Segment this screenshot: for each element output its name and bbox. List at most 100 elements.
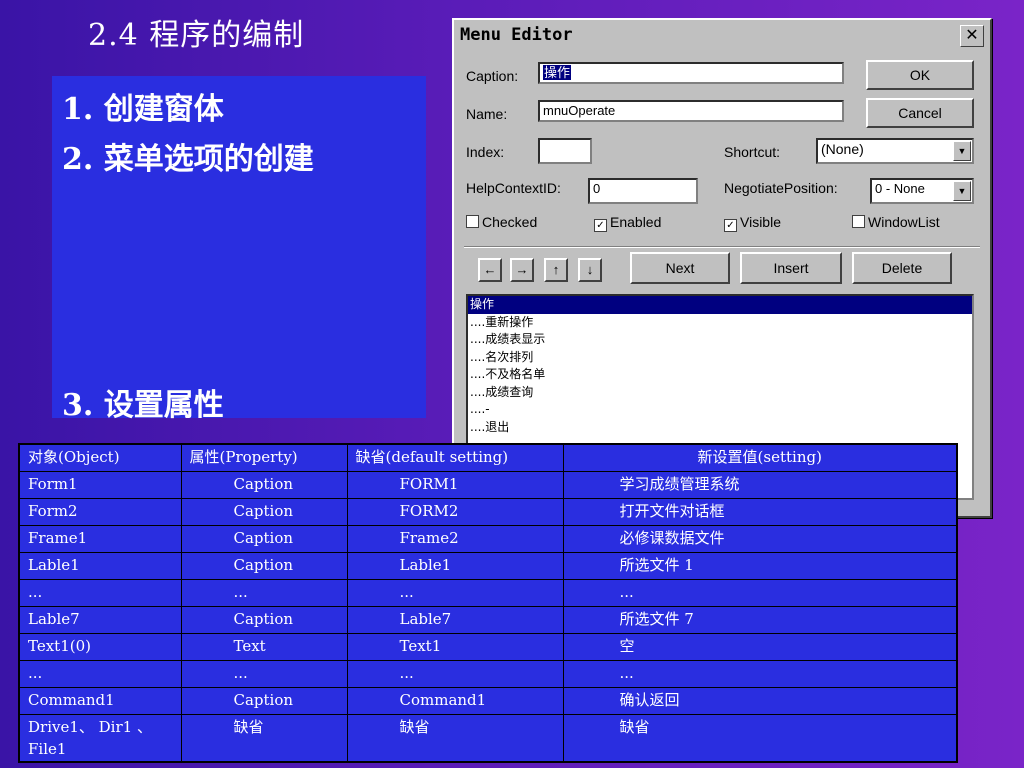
column-header: 属性(Property) <box>180 443 348 472</box>
table-cell: Caption <box>180 471 348 499</box>
checkbox-box[interactable] <box>852 215 865 228</box>
table-cell: 所选文件 7 <box>562 606 958 634</box>
arrow-left-icon[interactable]: ← <box>478 258 502 282</box>
column-header: 对象(Object) <box>18 443 182 472</box>
table-header-row: 对象(Object) 属性(Property) 缺省(default setti… <box>18 443 958 472</box>
table-cell: Caption <box>180 606 348 634</box>
cancel-button[interactable]: Cancel <box>866 98 974 128</box>
table-cell: Caption <box>180 498 348 526</box>
property-table: 对象(Object) 属性(Property) 缺省(default setti… <box>18 443 958 763</box>
shortcut-select[interactable]: (None) ▼ <box>816 138 974 164</box>
table-cell: Command1 <box>18 687 182 715</box>
checked-checkbox[interactable]: Checked <box>466 214 537 230</box>
list-item[interactable]: ....成绩查询 <box>468 384 972 402</box>
index-label: Index: <box>466 144 505 160</box>
checkbox-box[interactable] <box>466 215 479 228</box>
table-cell: Text1(0) <box>18 633 182 661</box>
caption-label: Caption: <box>466 68 519 84</box>
arrow-up-icon[interactable]: ↑ <box>544 258 568 282</box>
check-icon[interactable]: ✓ <box>594 219 607 232</box>
table-cell: 缺省 <box>346 714 564 763</box>
table-row: Frame1 Caption Frame2 必修课数据文件 <box>18 525 958 553</box>
table-row: Drive1、 Dir1 、File1 缺省 缺省 缺省 <box>18 714 958 763</box>
table-row: Lable7 Caption Lable7 所选文件 7 <box>18 606 958 634</box>
list-item[interactable]: 操作 <box>468 296 972 314</box>
enabled-label: Enabled <box>610 214 662 230</box>
table-cell: 缺省 <box>562 714 958 763</box>
list-item[interactable]: ....退出 <box>468 419 972 437</box>
checked-label: Checked <box>482 214 538 230</box>
table-cell: Lable1 <box>18 552 182 580</box>
table-cell: ... <box>180 660 348 688</box>
table-cell: Form1 <box>18 471 182 499</box>
dialog-title: Menu Editor <box>460 25 573 45</box>
name-field[interactable]: mnuOperate <box>538 100 844 122</box>
table-cell: ... <box>18 579 182 607</box>
caption-value: 操作 <box>543 65 572 80</box>
table-cell: Command1 <box>346 687 564 715</box>
name-label: Name: <box>466 106 508 122</box>
table-cell: 打开文件对话框 <box>562 498 958 526</box>
table-cell: Frame1 <box>18 525 182 553</box>
negotiate-value: 0 - None <box>875 181 925 196</box>
table-cell: ... <box>346 579 564 607</box>
index-field[interactable] <box>538 138 592 164</box>
table-cell: Caption <box>180 687 348 715</box>
visible-checkbox[interactable]: ✓ Visible <box>724 214 781 232</box>
delete-button[interactable]: Delete <box>852 252 952 284</box>
table-cell: 缺省 <box>180 714 348 763</box>
table-row: ............ <box>18 660 958 688</box>
table-cell: 确认返回 <box>562 687 958 715</box>
next-button[interactable]: Next <box>630 252 730 284</box>
table-row: Lable1 Caption Lable1 所选文件 1 <box>18 552 958 580</box>
negotiate-label: NegotiatePosition: <box>724 180 838 196</box>
table-cell: Drive1、 Dir1 、File1 <box>18 714 182 763</box>
list-item[interactable]: ....- <box>468 401 972 419</box>
table-row: Form1 Caption FORM1 学习成绩管理系统 <box>18 471 958 499</box>
close-icon[interactable]: ✕ <box>960 25 984 47</box>
table-cell: Caption <box>180 525 348 553</box>
shortcut-label: Shortcut: <box>724 144 781 160</box>
dialog-titlebar[interactable]: Menu Editor ✕ <box>456 22 988 48</box>
table-cell: FORM1 <box>346 471 564 499</box>
table-cell: Caption <box>180 552 348 580</box>
shortcut-value: (None) <box>821 141 864 157</box>
table-cell: Text <box>180 633 348 661</box>
chevron-down-icon[interactable]: ▼ <box>953 181 971 201</box>
table-cell: Lable7 <box>346 606 564 634</box>
bullet-create-menu: 2. 菜单选项的创建 <box>62 142 314 177</box>
helpcontext-label: HelpContextID: <box>466 180 561 196</box>
column-header: 新设置值(setting) <box>562 443 958 472</box>
arrow-right-icon[interactable]: → <box>510 258 534 282</box>
table-body: Form1 Caption FORM1 学习成绩管理系统 Form2 Caption FOR… <box>18 471 958 763</box>
list-item[interactable]: ....名次排列 <box>468 349 972 367</box>
bullet-set-properties: 3. 设置属性 <box>62 388 224 423</box>
table-cell: ... <box>562 579 958 607</box>
windowlist-checkbox[interactable]: WindowList <box>852 214 940 230</box>
table-cell: FORM2 <box>346 498 564 526</box>
list-item[interactable]: ....重新操作 <box>468 314 972 332</box>
table-row: Command1 Caption Command1 确认返回 <box>18 687 958 715</box>
bullet-create-form: 1. 创建窗体 <box>62 92 224 127</box>
table-cell: ... <box>346 660 564 688</box>
ok-button[interactable]: OK <box>866 60 974 90</box>
table-row: ............ <box>18 579 958 607</box>
table-cell: ... <box>180 579 348 607</box>
table-cell: Text1 <box>346 633 564 661</box>
chevron-down-icon[interactable]: ▼ <box>953 141 971 161</box>
list-item[interactable]: ....成绩表显示 <box>468 331 972 349</box>
visible-label: Visible <box>740 214 781 230</box>
insert-button[interactable]: Insert <box>740 252 842 284</box>
enabled-checkbox[interactable]: ✓ Enabled <box>594 214 661 232</box>
caption-field[interactable]: 操作 <box>538 62 844 84</box>
table-cell: 必修课数据文件 <box>562 525 958 553</box>
helpcontext-field[interactable]: 0 <box>588 178 698 204</box>
check-icon[interactable]: ✓ <box>724 219 737 232</box>
negotiate-select[interactable]: 0 - None ▼ <box>870 178 974 204</box>
table-row: Form2 Caption FORM2 打开文件对话框 <box>18 498 958 526</box>
list-item[interactable]: ....不及格名单 <box>468 366 972 384</box>
table-cell: Lable7 <box>18 606 182 634</box>
column-header: 缺省(default setting) <box>346 443 564 472</box>
table-cell: Frame2 <box>346 525 564 553</box>
arrow-down-icon[interactable]: ↓ <box>578 258 602 282</box>
